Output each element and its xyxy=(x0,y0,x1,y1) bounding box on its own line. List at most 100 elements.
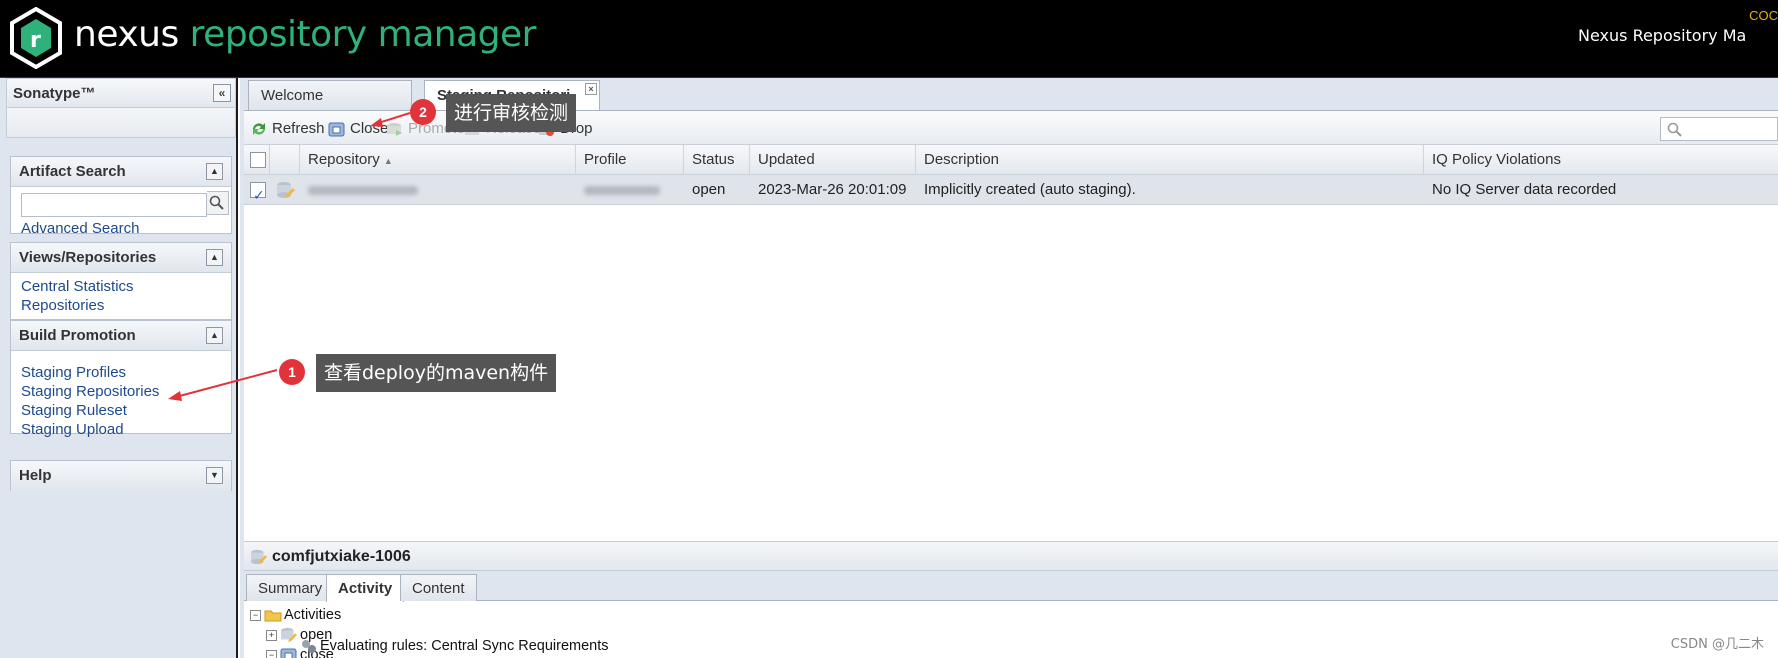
repository-edit-icon xyxy=(281,628,297,643)
detail-tabbar: Summary Activity Content xyxy=(244,571,1778,602)
refresh-button[interactable]: Refresh xyxy=(250,119,325,139)
left-panel-spacer xyxy=(6,108,236,138)
central-statistics-link[interactable]: Central Statistics xyxy=(21,277,221,296)
repository-edit-icon xyxy=(277,182,295,199)
app-header: r nexus repository manager COC Nexus Rep… xyxy=(0,0,1778,78)
close-button[interactable]: Close xyxy=(328,119,388,139)
column-status[interactable]: Status xyxy=(684,145,750,175)
column-repository-label: Repository xyxy=(308,151,380,168)
detail-header: comfjutxiake-1006 xyxy=(244,541,1778,571)
collapse-up-icon[interactable]: ▲ xyxy=(206,249,223,266)
collapse-left-icon[interactable]: « xyxy=(213,84,231,102)
staging-upload-link[interactable]: Staging Upload xyxy=(21,420,221,439)
help-header[interactable]: Help ▼ xyxy=(11,461,231,491)
tab-welcome-label: Welcome xyxy=(261,87,324,104)
refresh-label: Refresh xyxy=(272,120,325,137)
staging-repositories-link[interactable]: Staging Repositories xyxy=(21,382,221,401)
annotation-step-1-number: 1 xyxy=(279,359,305,385)
column-repository[interactable]: Repository ▲ xyxy=(300,145,576,175)
tab-activity[interactable]: Activity xyxy=(326,574,405,602)
row-checkbox[interactable] xyxy=(250,180,266,205)
tab-summary-label: Summary xyxy=(258,580,323,597)
tab-activity-label: Activity xyxy=(338,580,393,597)
row-status-cell: open xyxy=(692,181,726,198)
user-link[interactable]: COC xyxy=(1749,8,1778,23)
repository-edit-icon xyxy=(251,549,267,565)
annotation-step-2: 进行审核检测 xyxy=(446,94,577,132)
row-updated-cell: 2023-Mar-26 20:01:09 xyxy=(758,181,907,198)
promote-icon xyxy=(387,123,402,136)
artifact-search-header[interactable]: Artifact Search ▲ xyxy=(11,157,231,187)
tab-content[interactable]: Content xyxy=(400,574,477,601)
redacted-profile xyxy=(584,185,660,195)
artifact-search-input[interactable] xyxy=(21,193,207,217)
column-status-label: Status xyxy=(692,151,735,168)
icon-column-header xyxy=(270,145,300,175)
search-icon xyxy=(1667,122,1682,137)
views-repositories-panel: Views/Repositories ▲ Central Statistics … xyxy=(10,242,232,320)
annotation-step-2-number: 2 xyxy=(410,99,436,125)
help-panel: Help ▼ xyxy=(10,460,232,491)
close-repo-icon xyxy=(280,648,297,658)
staging-ruleset-link[interactable]: Staging Ruleset xyxy=(21,401,221,420)
tree-node-evaluating-rules[interactable]: Evaluating rules: Central Sync Requireme… xyxy=(300,636,609,656)
column-updated-label: Updated xyxy=(758,151,815,168)
product-label: Nexus Repository Ma xyxy=(1578,26,1747,45)
select-all-header[interactable] xyxy=(244,145,270,175)
folder-open-icon xyxy=(264,610,282,622)
tab-welcome[interactable]: Welcome xyxy=(248,80,412,110)
brand-repository-manager: repository manager xyxy=(189,14,537,55)
sort-asc-icon: ▲ xyxy=(383,156,393,166)
tree-node-activities[interactable]: − Activities xyxy=(250,605,341,625)
help-title: Help xyxy=(19,467,52,484)
left-navigation: Sonatype™ « Artifact Search ▲ Advanced S… xyxy=(0,78,238,658)
collapse-up-icon[interactable]: ▲ xyxy=(206,327,223,344)
column-profile[interactable]: Profile xyxy=(576,145,684,175)
build-promotion-panel: Build Promotion ▲ Staging Profiles Stagi… xyxy=(10,320,232,438)
tree-activities-label: Activities xyxy=(284,607,342,623)
redacted-repository xyxy=(308,185,418,195)
tree-collapse-icon[interactable]: − xyxy=(250,609,261,621)
svg-text:r: r xyxy=(30,28,41,53)
row-profile-cell xyxy=(576,175,684,205)
column-updated[interactable]: Updated xyxy=(750,145,916,175)
close-tab-icon[interactable]: × xyxy=(585,83,597,95)
advanced-search-link[interactable]: Advanced Search xyxy=(21,219,221,238)
tree-rule-label: Evaluating rules: Central Sync Requireme… xyxy=(320,638,609,654)
staging-profiles-link[interactable]: Staging Profiles xyxy=(21,363,221,382)
tab-summary[interactable]: Summary xyxy=(246,574,335,601)
expand-down-icon[interactable]: ▼ xyxy=(206,467,223,484)
row-select-cell[interactable] xyxy=(244,175,270,205)
left-panel-title-text: Sonatype™ xyxy=(13,85,96,102)
tree-collapse-icon[interactable]: − xyxy=(266,649,277,658)
collapse-up-icon[interactable]: ▲ xyxy=(206,163,223,180)
annotation-step-1: 查看deploy的maven构件 xyxy=(316,354,557,392)
row-description-cell: Implicitly created (auto staging). xyxy=(924,181,1136,198)
gears-icon xyxy=(302,640,316,654)
brand-nexus: nexus xyxy=(74,14,179,55)
tab-content-label: Content xyxy=(412,580,465,597)
column-iq-policy-label: IQ Policy Violations xyxy=(1432,151,1561,168)
row-iq-cell: No IQ Server data recorded xyxy=(1432,181,1617,198)
detail-title: comfjutxiake-1006 xyxy=(272,548,411,565)
select-all-checkbox[interactable] xyxy=(250,152,266,168)
left-panel-title: Sonatype™ « xyxy=(6,78,236,108)
nexus-logo-icon: r xyxy=(10,7,62,69)
search-icon[interactable] xyxy=(207,191,229,215)
row-icon-cell xyxy=(270,175,300,205)
table-row[interactable]: open 2023-Mar-26 20:01:09 Implicitly cre… xyxy=(244,175,1778,205)
tree-expand-icon[interactable]: + xyxy=(266,629,277,641)
build-promotion-title: Build Promotion xyxy=(19,327,136,344)
header-right: COC Nexus Repository Ma xyxy=(1578,6,1778,66)
build-promotion-header[interactable]: Build Promotion ▲ xyxy=(11,321,231,351)
grid-header: Repository ▲ Profile Status Updated Desc… xyxy=(244,145,1778,175)
watermark: CSDN @几二木 xyxy=(1670,637,1764,652)
column-iq-policy[interactable]: IQ Policy Violations xyxy=(1424,145,1778,175)
repositories-link[interactable]: Repositories xyxy=(21,296,221,315)
column-description[interactable]: Description xyxy=(916,145,1424,175)
row-repository-cell xyxy=(300,175,576,205)
views-repositories-header[interactable]: Views/Repositories ▲ xyxy=(11,243,231,273)
close-repo-icon xyxy=(328,122,345,137)
artifact-search-title: Artifact Search xyxy=(19,163,126,180)
filter-search-input[interactable] xyxy=(1660,117,1778,141)
